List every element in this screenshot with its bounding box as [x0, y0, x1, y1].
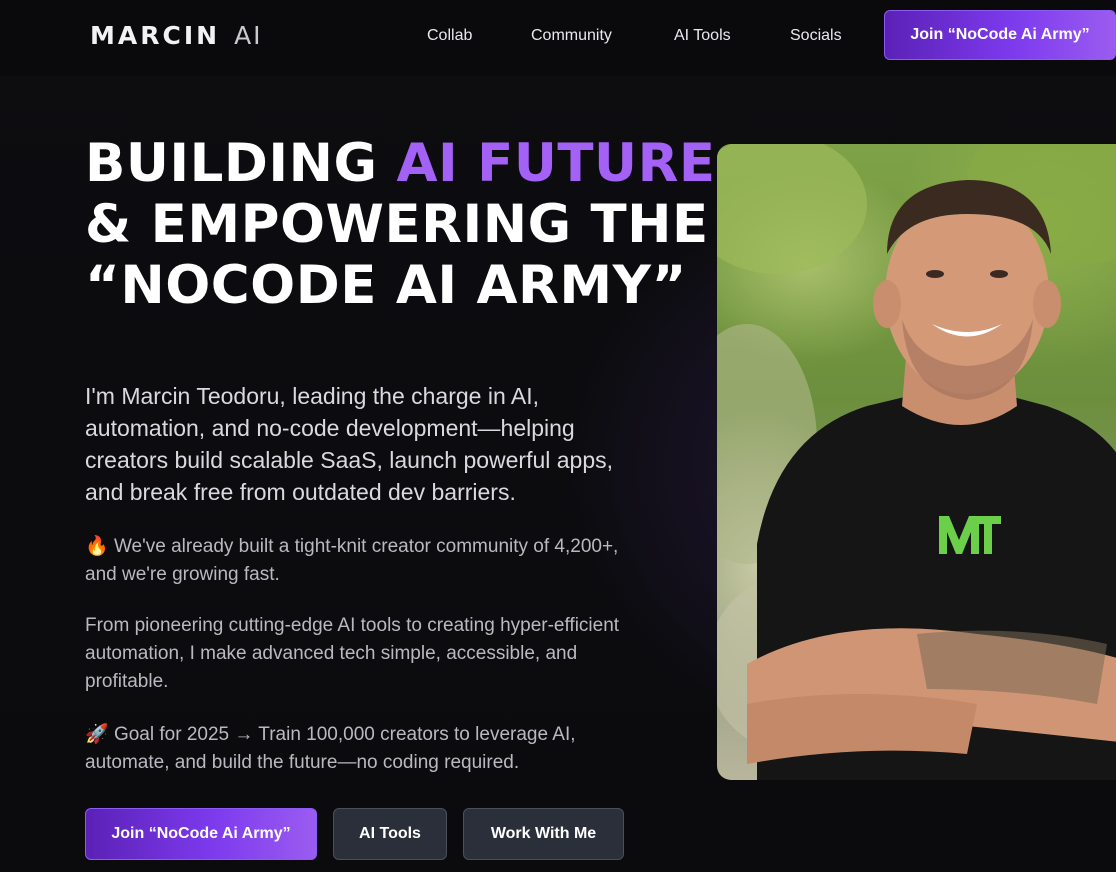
logo-word: MARCIN	[90, 20, 221, 50]
tools-paragraph: From pioneering cutting-edge AI tools to…	[85, 615, 620, 692]
community-text: We've already built a tight-knit creator…	[85, 536, 619, 585]
goal-paragraph: 🚀 Goal for 2025 → Train 100,000 creators…	[85, 720, 655, 777]
work-with-me-button[interactable]: Work With Me	[463, 808, 624, 860]
site-header: MARCIN AI Collab Community AI Tools Soci…	[0, 0, 1116, 76]
portrait-illustration	[717, 144, 1116, 780]
headline-line2: & EMPOWERING THE	[85, 194, 709, 255]
portrait-photo	[717, 144, 1116, 780]
headline-line1-white: BUILDING	[85, 133, 397, 194]
nav-link-socials[interactable]: Socials	[790, 24, 842, 48]
join-army-button[interactable]: Join “NoCode Ai Army”	[85, 808, 317, 860]
ai-tools-button[interactable]: AI Tools	[333, 808, 447, 860]
hero-headline: BUILDING AI FUTURE & EMPOWERING THE “NOC…	[85, 133, 715, 316]
nav-link-community[interactable]: Community	[531, 24, 612, 48]
headline-accent: AI FUTURE	[396, 133, 716, 194]
hero-intro: I'm Marcin Teodoru, leading the charge i…	[85, 383, 614, 505]
logo[interactable]: MARCIN AI	[90, 20, 263, 50]
page: MARCIN AI Collab Community AI Tools Soci…	[0, 0, 1116, 872]
rocket-icon: 🚀	[85, 723, 109, 745]
headline-line3: “NOCODE AI ARMY”	[85, 255, 687, 316]
nav-link-collab[interactable]: Collab	[427, 24, 472, 48]
community-paragraph: 🔥 We've already built a tight-knit creat…	[85, 532, 655, 589]
header-join-button[interactable]: Join “NoCode Ai Army”	[884, 10, 1116, 60]
logo-suffix: AI	[234, 20, 263, 50]
goal-text: Goal for 2025 → Train 100,000 creators t…	[85, 724, 576, 773]
fire-icon: 🔥	[85, 535, 109, 557]
nav-link-ai-tools[interactable]: AI Tools	[674, 24, 731, 48]
